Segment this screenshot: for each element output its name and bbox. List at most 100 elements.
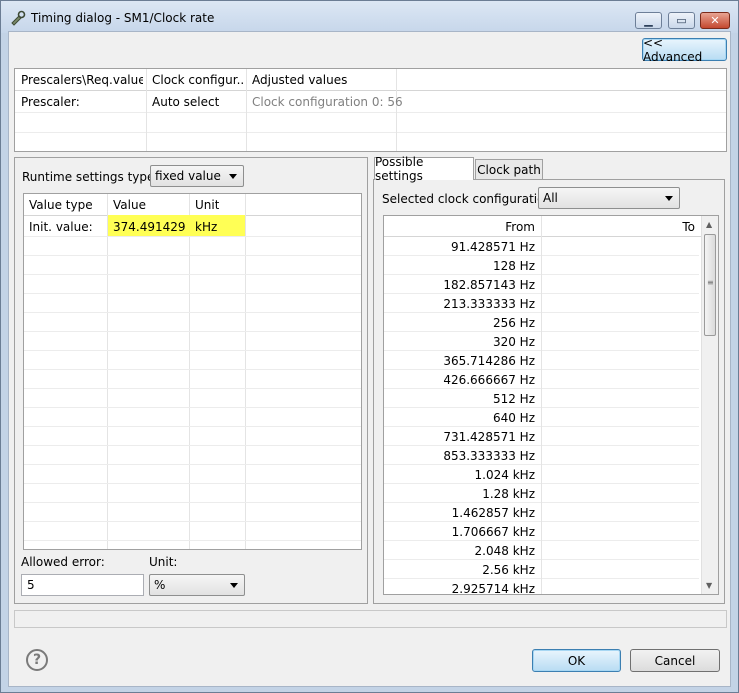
column-separator	[541, 408, 542, 427]
table-row[interactable]: 2.925714 kHz	[384, 579, 699, 595]
header-value-type[interactable]: Value type	[29, 198, 93, 212]
header-to[interactable]: To	[682, 220, 695, 234]
value-type-cell: Init. value:	[29, 220, 93, 234]
from-cell: 731.428571 Hz	[443, 430, 535, 444]
table-row[interactable]: 128 Hz	[384, 256, 699, 275]
help-glyph: ?	[32, 652, 42, 668]
table-row[interactable]: 1.28 kHz	[384, 484, 699, 503]
table-row[interactable]: 731.428571 Hz	[384, 427, 699, 446]
close-button[interactable]: ✕	[700, 12, 730, 29]
possible-settings-panel: Selected clock configuration All From To…	[373, 179, 725, 604]
status-bar	[14, 610, 727, 628]
header-prescalers[interactable]: Prescalers\Req.value	[21, 73, 143, 87]
from-cell: 2.925714 kHz	[451, 582, 535, 595]
maximize-icon: ▭	[676, 14, 687, 27]
column-separator	[541, 503, 542, 522]
runtime-settings-group: Runtime settings type: fixed value Value…	[14, 157, 368, 604]
maximize-button[interactable]: ▭	[668, 12, 695, 29]
value-table: Value type Value Unit Init. value: 374.4…	[23, 193, 362, 550]
scroll-up-icon[interactable]: ▲	[706, 220, 712, 229]
selected-config-label: Selected clock configuration	[382, 192, 553, 206]
table-row[interactable]: 640 Hz	[384, 408, 699, 427]
from-cell: 1.28 kHz	[482, 487, 535, 501]
unit-label: Unit:	[149, 555, 178, 569]
advanced-button[interactable]: << Advanced	[642, 36, 727, 64]
chevron-down-icon	[665, 196, 673, 201]
from-cell: 256 Hz	[492, 316, 535, 330]
column-separator	[541, 427, 542, 446]
table-row[interactable]: 1.024 kHz	[384, 465, 699, 484]
column-separator	[541, 332, 542, 351]
table-row[interactable]: 1.706667 kHz	[384, 522, 699, 541]
selected-config-combo[interactable]: All	[538, 187, 680, 209]
close-icon: ✕	[710, 14, 720, 27]
cancel-button[interactable]: Cancel	[630, 649, 720, 672]
table-row[interactable]: 2.56 kHz	[384, 560, 699, 579]
from-cell: 853.333333 Hz	[443, 449, 535, 463]
from-cell: 213.333333 Hz	[443, 297, 535, 311]
vertical-scrollbar[interactable]: ▲ ≡ ▼	[701, 216, 718, 594]
dialog-client: << Advanced Prescalers\Req.value Clock c…	[8, 31, 731, 687]
value-cell[interactable]: 374.491429	[113, 220, 186, 234]
scroll-thumb[interactable]: ≡	[704, 234, 716, 336]
table-row[interactable]: 256 Hz	[384, 313, 699, 332]
title-bar[interactable]: Timing dialog - SM1/Clock rate ▁ ▭ ✕	[1, 1, 738, 33]
from-cell: 640 Hz	[492, 411, 535, 425]
table-row[interactable]: 853.333333 Hz	[384, 446, 699, 465]
table-row[interactable]: 1.462857 kHz	[384, 503, 699, 522]
from-cell: 1.706667 kHz	[451, 525, 535, 539]
from-cell: 1.462857 kHz	[451, 506, 535, 520]
header-value[interactable]: Value	[113, 198, 146, 212]
table-row[interactable]: 426.666667 Hz	[384, 370, 699, 389]
table-row[interactable]: 182.857143 Hz	[384, 275, 699, 294]
table-row[interactable]: 91.428571 Hz	[384, 237, 699, 256]
selected-config-value: All	[543, 191, 558, 205]
runtime-settings-label: Runtime settings type:	[22, 170, 159, 184]
table-row[interactable]: 512 Hz	[384, 389, 699, 408]
column-separator	[541, 446, 542, 465]
table-row[interactable]: 2.048 kHz	[384, 541, 699, 560]
table-row[interactable]: 365.714286 Hz	[384, 351, 699, 370]
allowed-error-value: 5	[27, 578, 35, 592]
unit-cell[interactable]: kHz	[195, 220, 217, 234]
help-icon[interactable]: ?	[26, 649, 48, 671]
header-clock-config[interactable]: Clock configur...	[152, 73, 244, 87]
allowed-error-field[interactable]: 5	[21, 574, 144, 596]
column-separator	[541, 389, 542, 408]
clock-config-value[interactable]: Auto select	[152, 95, 219, 109]
unit-value: %	[154, 578, 166, 592]
column-separator	[541, 351, 542, 370]
header-adjusted-values[interactable]: Adjusted values	[252, 73, 392, 87]
column-separator	[541, 313, 542, 332]
scroll-down-icon[interactable]: ▼	[706, 581, 712, 590]
from-cell: 128 Hz	[492, 259, 535, 273]
from-cell: 320 Hz	[492, 335, 535, 349]
tab-possible-settings[interactable]: Possible settings	[374, 155, 474, 183]
chevron-down-icon	[230, 583, 238, 588]
tab-clock-path[interactable]: Clock path	[475, 159, 543, 180]
column-separator	[541, 465, 542, 484]
ok-button[interactable]: OK	[532, 649, 621, 672]
frequency-header: From To	[384, 216, 701, 237]
allowed-error-label: Allowed error:	[21, 555, 105, 569]
window-title: Timing dialog - SM1/Clock rate	[31, 11, 215, 25]
grip-icon: ≡	[707, 278, 714, 287]
table-row[interactable]: 320 Hz	[384, 332, 699, 351]
runtime-settings-combo[interactable]: fixed value	[150, 165, 244, 187]
column-separator	[541, 484, 542, 503]
from-cell: 426.666667 Hz	[443, 373, 535, 387]
column-separator	[541, 237, 542, 256]
frequency-table: From To 91.428571 Hz 128 Hz 182.857143 Hz 2…	[383, 215, 719, 595]
prescaler-table: Prescalers\Req.value Clock configur... A…	[14, 68, 727, 152]
wrench-icon	[11, 10, 26, 26]
unit-combo[interactable]: %	[149, 574, 245, 596]
column-separator	[541, 579, 542, 594]
header-unit[interactable]: Unit	[195, 198, 219, 212]
column-separator	[541, 294, 542, 313]
header-from[interactable]: From	[505, 220, 535, 234]
runtime-settings-value: fixed value	[155, 169, 221, 183]
minimize-button[interactable]: ▁	[635, 12, 662, 29]
column-separator	[541, 256, 542, 275]
from-cell: 182.857143 Hz	[443, 278, 535, 292]
table-row[interactable]: 213.333333 Hz	[384, 294, 699, 313]
